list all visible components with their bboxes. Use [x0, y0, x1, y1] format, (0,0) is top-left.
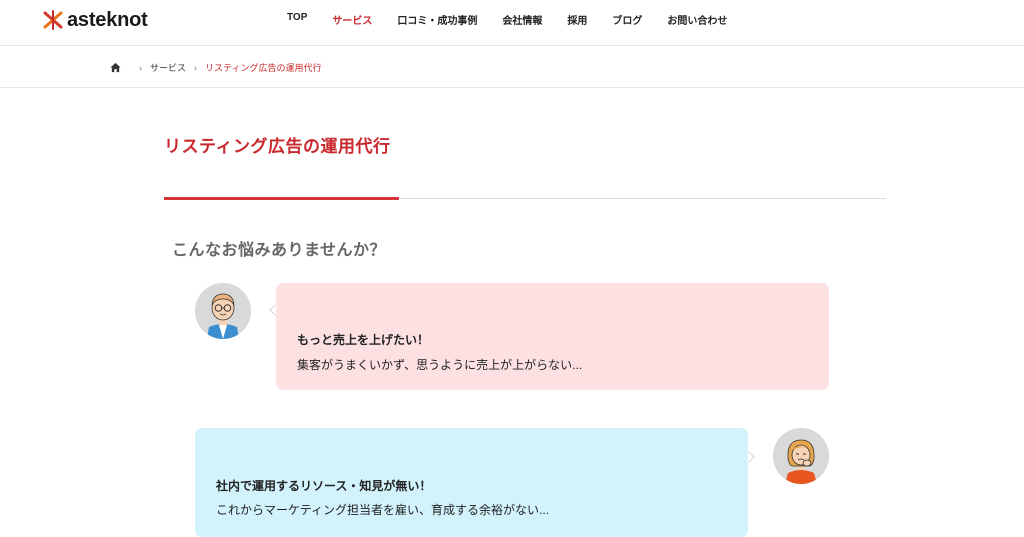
worry-text: 集客がうまくいかず、思うように売上が上がらない...: [297, 358, 583, 372]
chevron-right-icon: ›: [194, 62, 198, 73]
worry-title: 社内で運用するリソース・知見が無い！: [216, 479, 432, 493]
chevron-right-icon: ›: [139, 62, 142, 73]
nav-item-service[interactable]: サービス: [332, 12, 372, 27]
title-underline-accent: [164, 197, 399, 200]
nav-item-reviews[interactable]: 口コミ・成功事例: [397, 12, 477, 27]
avatar-woman: [773, 428, 829, 484]
worry-bubble: 社内で運用するリソース・知見が無い！ これからマーケティング担当者を雇い、育成す…: [195, 428, 748, 537]
nav-item-recruit[interactable]: 採用: [567, 12, 587, 27]
worry-text: これからマーケティング担当者を雇い、育成する余裕がない...: [216, 503, 550, 517]
breadcrumb-link-service[interactable]: サービス: [150, 61, 186, 74]
worry-title: もっと売上を上げたい！: [297, 333, 430, 347]
site-header: asteknot TOP サービス 口コミ・成功事例 会社情報 採用 ブログ お…: [0, 0, 1024, 46]
main-nav: TOP サービス 口コミ・成功事例 会社情報 採用 ブログ お問い合わせ: [287, 12, 752, 27]
nav-item-company[interactable]: 会社情報: [502, 12, 542, 27]
logo-text: asteknot: [67, 8, 148, 31]
section-heading: こんなお悩みありませんか？: [172, 242, 387, 259]
page-title: リスティング広告の運用代行: [164, 137, 391, 156]
worry-bubble: もっと売上を上げたい！ 集客がうまくいかず、思うように売上が上がらない...: [276, 283, 829, 390]
breadcrumb-current: リスティング広告の運用代行: [205, 63, 322, 73]
breadcrumb: › サービス › リスティング広告の運用代行: [0, 47, 1024, 88]
site-logo[interactable]: asteknot: [42, 8, 148, 32]
worried-woman-icon: [773, 428, 829, 484]
avatar-man: [195, 283, 251, 339]
nav-item-contact[interactable]: お問い合わせ: [667, 12, 727, 27]
nav-item-top[interactable]: TOP: [287, 12, 307, 27]
logo-mark-icon: [43, 10, 63, 30]
man-with-glasses-icon: [195, 283, 251, 339]
home-icon[interactable]: [110, 62, 121, 73]
nav-item-blog[interactable]: ブログ: [612, 12, 642, 27]
